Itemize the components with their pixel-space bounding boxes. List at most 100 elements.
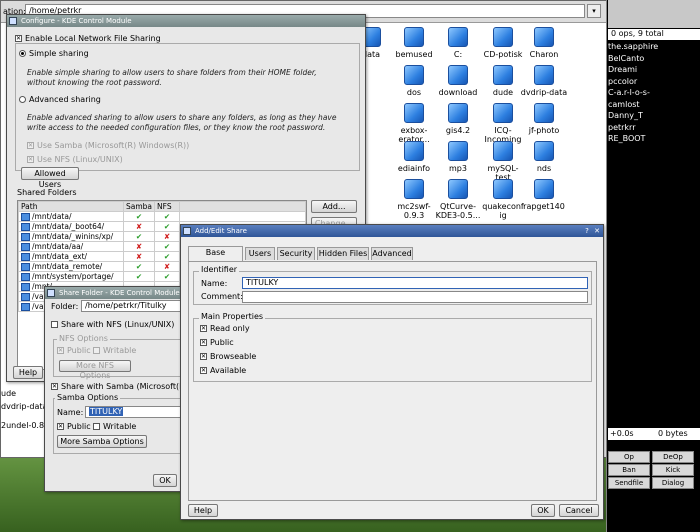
share-name-input[interactable]: TITULKY — [242, 277, 588, 289]
tab-hidden-files[interactable]: Hidden Files — [317, 247, 369, 260]
samba-public-checkbox[interactable]: Public — [57, 422, 91, 431]
ok-button[interactable]: OK — [153, 474, 177, 487]
ban-button[interactable]: Ban — [608, 464, 650, 476]
path-cell: /mnt/data/aa/ — [18, 241, 124, 252]
folder-item[interactable]: Charon — [514, 27, 574, 59]
add-share-button[interactable]: Add... — [311, 200, 357, 213]
column-header-nfs[interactable]: NFS — [154, 201, 181, 212]
column-header-samba[interactable]: Samba — [122, 201, 156, 212]
checkbox-icon — [51, 383, 58, 390]
window-menu-icon[interactable] — [47, 289, 55, 297]
folder-small-icon — [21, 303, 30, 311]
table-row[interactable]: /mnt/data/ ✔ ✔ — [18, 211, 306, 222]
samba-options-title: Samba Options — [55, 393, 121, 402]
radio-icon — [19, 96, 26, 103]
help-icon[interactable]: ? — [583, 227, 591, 235]
nfs-writable-checkbox[interactable]: Writable — [93, 346, 136, 355]
checkbox-label: Writable — [103, 346, 137, 355]
filler-cell — [179, 211, 306, 222]
share-nfs-checkbox[interactable]: Share with NFS (Linux/UNIX) — [51, 320, 174, 329]
folder-label: nds — [536, 164, 552, 173]
checkbox-label: Use Samba (Microsoft(R) Windows(R)) — [37, 141, 190, 150]
folder-icon — [404, 65, 424, 85]
path-cell: /mnt/data_ext/ — [18, 251, 124, 262]
nick-item[interactable]: Danny_T — [608, 111, 643, 120]
use-nfs-checkbox[interactable]: Use NFS (Linux/UNIX) — [27, 155, 123, 164]
enable-sharing-checkbox[interactable]: Enable Local Network File Sharing — [15, 34, 161, 43]
check-icon: ✔ — [163, 272, 171, 281]
tab-base-settings[interactable]: Base Settings — [188, 246, 243, 269]
checkbox-label: Enable Local Network File Sharing — [25, 34, 161, 43]
path-text: /mnt/data/ — [32, 212, 72, 221]
op-button[interactable]: Op — [608, 451, 650, 463]
folder-icon — [534, 141, 554, 161]
nick-item[interactable]: RE_BOOT — [608, 134, 645, 143]
nick-item[interactable]: C-a.r-l-o-s- — [608, 88, 650, 97]
share-folder-titlebar[interactable]: Share Folder - KDE Control Module — [45, 287, 183, 299]
window-menu-icon[interactable] — [183, 227, 191, 235]
help-button[interactable]: Help — [188, 504, 218, 517]
browseable-checkbox[interactable]: Browseable — [200, 352, 256, 361]
folder-item[interactable]: nds — [514, 141, 574, 173]
checkbox-icon — [200, 339, 207, 346]
tab-security[interactable]: Security — [277, 247, 315, 260]
cross-icon: ✘ — [135, 252, 143, 261]
read-only-checkbox[interactable]: Read only — [200, 324, 250, 333]
samba-writable-checkbox[interactable]: Writable — [93, 422, 136, 431]
shared-folders-title: Shared Folders — [17, 188, 77, 197]
folder-icon — [534, 179, 554, 199]
more-samba-options-button[interactable]: More Samba Options — [57, 435, 147, 448]
checkbox-icon — [200, 367, 207, 374]
folder-item[interactable]: rapget140 — [514, 179, 574, 211]
help-button[interactable]: Help — [13, 366, 43, 379]
main-properties-group — [193, 318, 592, 382]
column-header-path[interactable]: Path — [18, 201, 124, 212]
comment-input[interactable] — [242, 291, 588, 303]
path-text: /mnt/data_remote/ — [32, 262, 103, 271]
deop-button[interactable]: DeOp — [652, 451, 694, 463]
tab-advanced[interactable]: Advanced — [371, 247, 413, 260]
close-icon[interactable]: ✕ — [593, 227, 601, 235]
nick-item[interactable]: BelCanto — [608, 54, 644, 63]
nick-item[interactable]: camlost — [608, 100, 640, 109]
check-icon: ✔ — [135, 272, 143, 281]
checkbox-icon — [93, 347, 100, 354]
path-text: /mnt/data/aa/ — [32, 242, 84, 251]
use-samba-checkbox[interactable]: Use Samba (Microsoft(R) Windows(R)) — [27, 141, 189, 150]
chat-user-count: 0 ops, 9 total — [608, 29, 700, 40]
tab-users[interactable]: Users — [245, 247, 275, 260]
samba-name-input[interactable]: TITULKY — [85, 406, 181, 418]
location-dropdown-button[interactable]: ▾ — [587, 4, 601, 18]
path-cell: /mnt/data/ — [18, 211, 124, 222]
available-checkbox[interactable]: Available — [200, 366, 246, 375]
folder-item[interactable]: dvdrip-data — [514, 65, 574, 97]
cancel-button[interactable]: Cancel — [559, 504, 599, 517]
ok-button[interactable]: OK — [531, 504, 555, 517]
folder-icon — [404, 103, 424, 123]
nick-item[interactable]: pccolor — [608, 77, 637, 86]
share-samba-checkbox[interactable]: Share with Samba (Microsoft(R) W — [51, 382, 198, 391]
public-checkbox[interactable]: Public — [200, 338, 234, 347]
nick-item[interactable]: the.sapphire — [608, 42, 658, 51]
add-edit-share-window: Add/Edit Share ? ✕ Base Settings Users S… — [180, 224, 604, 520]
checkbox-icon — [57, 347, 64, 354]
advanced-sharing-radio[interactable]: Advanced sharing — [19, 95, 101, 104]
folder-item[interactable]: jf-photo — [514, 103, 574, 135]
selected-text: TITULKY — [89, 407, 124, 416]
add-edit-titlebar[interactable]: Add/Edit Share ? ✕ — [181, 225, 603, 237]
folder-label: Folder: — [51, 302, 79, 311]
nick-item[interactable]: petrkrr — [608, 123, 636, 132]
nfs-public-checkbox[interactable]: Public — [57, 346, 91, 355]
folder-input[interactable]: /home/petrkr/Titulky — [81, 300, 185, 312]
more-nfs-options-button[interactable]: More NFS Options — [59, 360, 131, 380]
window-menu-icon[interactable] — [9, 17, 17, 25]
folder-small-icon — [21, 293, 30, 301]
simple-sharing-radio[interactable]: Simple sharing — [19, 49, 89, 58]
allowed-users-button[interactable]: Allowed Users — [21, 167, 79, 189]
configure-titlebar[interactable]: Configure - KDE Control Module — [7, 15, 365, 27]
sendfile-button[interactable]: Sendfile — [608, 477, 650, 489]
sharing-mode-group — [15, 43, 360, 171]
kick-button[interactable]: Kick — [652, 464, 694, 476]
nick-item[interactable]: Dreami — [608, 65, 637, 74]
dialog-button[interactable]: Dialog — [652, 477, 694, 489]
